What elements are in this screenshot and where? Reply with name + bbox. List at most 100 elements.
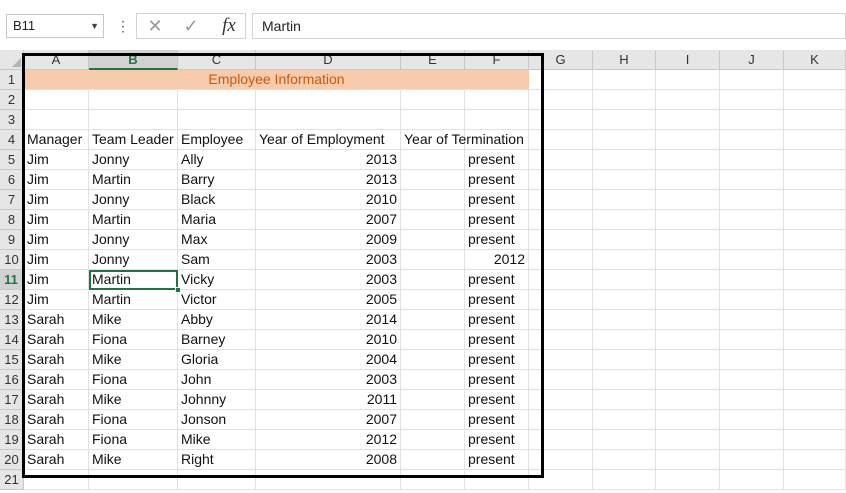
grid-cell[interactable]: [656, 430, 720, 450]
grid-cell[interactable]: [593, 270, 656, 290]
grid-cell[interactable]: [720, 210, 784, 230]
grid-cell[interactable]: [656, 370, 720, 390]
grid-cell[interactable]: [720, 110, 784, 130]
row-header-6[interactable]: 6: [0, 170, 24, 190]
column-header-a[interactable]: A: [24, 50, 89, 70]
table-cell[interactable]: Jim: [24, 270, 89, 290]
table-cell[interactable]: Johnny: [178, 390, 256, 410]
grid-cell[interactable]: [401, 330, 465, 350]
grid-cell[interactable]: [656, 390, 720, 410]
grid-cell[interactable]: [529, 210, 593, 230]
table-cell[interactable]: Martin: [89, 210, 178, 230]
table-cell[interactable]: Mike: [89, 390, 178, 410]
table-cell[interactable]: 2003: [256, 270, 401, 290]
grid-cell[interactable]: [656, 250, 720, 270]
grid-cell[interactable]: [720, 350, 784, 370]
grid-cell[interactable]: [720, 370, 784, 390]
table-cell[interactable]: 2013: [256, 150, 401, 170]
grid-cell[interactable]: [784, 150, 846, 170]
row-header-9[interactable]: 9: [0, 230, 24, 250]
grid-cell[interactable]: [465, 110, 529, 130]
grid-cell[interactable]: [593, 370, 656, 390]
grid-cell[interactable]: [656, 130, 720, 150]
grid-cell[interactable]: [720, 190, 784, 210]
row-header-11[interactable]: 11: [0, 270, 24, 290]
grid-cell[interactable]: [784, 310, 846, 330]
grid-cell[interactable]: [784, 410, 846, 430]
table-cell[interactable]: Jim: [24, 170, 89, 190]
table-cell[interactable]: 2008: [256, 450, 401, 470]
grid-cell[interactable]: [401, 170, 465, 190]
grid-cell[interactable]: [178, 110, 256, 130]
grid-cell[interactable]: [529, 90, 593, 110]
grid-cell[interactable]: [529, 330, 593, 350]
grid-cell[interactable]: [784, 470, 846, 490]
grid-cell[interactable]: [720, 450, 784, 470]
grid-cell[interactable]: [529, 350, 593, 370]
table-cell[interactable]: present: [465, 430, 529, 450]
table-cell[interactable]: John: [178, 370, 256, 390]
grid-cell[interactable]: [593, 450, 656, 470]
grid-cell[interactable]: [529, 270, 593, 290]
table-cell[interactable]: present: [465, 370, 529, 390]
table-cell[interactable]: Sam: [178, 250, 256, 270]
grid-cell[interactable]: [89, 470, 178, 490]
grid-cell[interactable]: [784, 250, 846, 270]
grid-cell[interactable]: [401, 210, 465, 230]
grid-cell[interactable]: [593, 90, 656, 110]
grid-cell[interactable]: [401, 270, 465, 290]
grid-cell[interactable]: [593, 210, 656, 230]
grid-cell[interactable]: [593, 330, 656, 350]
grid-cell[interactable]: [720, 330, 784, 350]
grid-cell[interactable]: [401, 150, 465, 170]
row-header-8[interactable]: 8: [0, 210, 24, 230]
grid-cell[interactable]: [593, 110, 656, 130]
table-cell[interactable]: Jim: [24, 150, 89, 170]
grid-cell[interactable]: [656, 310, 720, 330]
cancel-icon[interactable]: ✕: [143, 14, 167, 38]
grid-cell[interactable]: [593, 390, 656, 410]
grid-cell[interactable]: [656, 150, 720, 170]
column-header-e[interactable]: E: [401, 50, 465, 70]
grid-cell[interactable]: [656, 330, 720, 350]
grid-cell[interactable]: [89, 110, 178, 130]
grid-cell[interactable]: [593, 130, 656, 150]
table-cell[interactable]: 2003: [256, 370, 401, 390]
grid-cell[interactable]: [720, 270, 784, 290]
table-cell[interactable]: Jim: [24, 230, 89, 250]
table-cell[interactable]: 2005: [256, 290, 401, 310]
grid-cell[interactable]: [656, 70, 720, 90]
table-cell[interactable]: Vicky: [178, 270, 256, 290]
table-cell[interactable]: Ally: [178, 150, 256, 170]
table-header-cell[interactable]: Year of Termination: [401, 130, 524, 150]
grid-cell[interactable]: [656, 210, 720, 230]
column-header-g[interactable]: G: [529, 50, 593, 70]
grid-cell[interactable]: [529, 430, 593, 450]
grid-cell[interactable]: [720, 90, 784, 110]
grid-cell[interactable]: [256, 470, 401, 490]
grid-cell[interactable]: [401, 310, 465, 330]
row-header-14[interactable]: 14: [0, 330, 24, 350]
grid-cell[interactable]: [656, 410, 720, 430]
grid-cell[interactable]: [656, 230, 720, 250]
grid-cell[interactable]: [656, 110, 720, 130]
grid-cell[interactable]: [784, 90, 846, 110]
column-header-c[interactable]: C: [178, 50, 256, 70]
grid-cell[interactable]: [784, 130, 846, 150]
table-cell[interactable]: Jim: [24, 190, 89, 210]
table-cell[interactable]: Jonny: [89, 190, 178, 210]
grid-cell[interactable]: [256, 90, 401, 110]
grid-cell[interactable]: [24, 90, 89, 110]
row-header-19[interactable]: 19: [0, 430, 24, 450]
grid-cell[interactable]: [256, 110, 401, 130]
chevron-down-icon[interactable]: ▼: [90, 15, 99, 37]
row-header-10[interactable]: 10: [0, 250, 24, 270]
grid-cell[interactable]: [24, 110, 89, 130]
grid-cell[interactable]: [656, 190, 720, 210]
table-cell[interactable]: Fiona: [89, 430, 178, 450]
fx-icon[interactable]: fx: [215, 14, 243, 38]
grid-cell[interactable]: [529, 370, 593, 390]
table-header-cell[interactable]: Employee: [178, 130, 256, 150]
table-cell[interactable]: present: [465, 310, 529, 330]
grid-cell[interactable]: [656, 270, 720, 290]
